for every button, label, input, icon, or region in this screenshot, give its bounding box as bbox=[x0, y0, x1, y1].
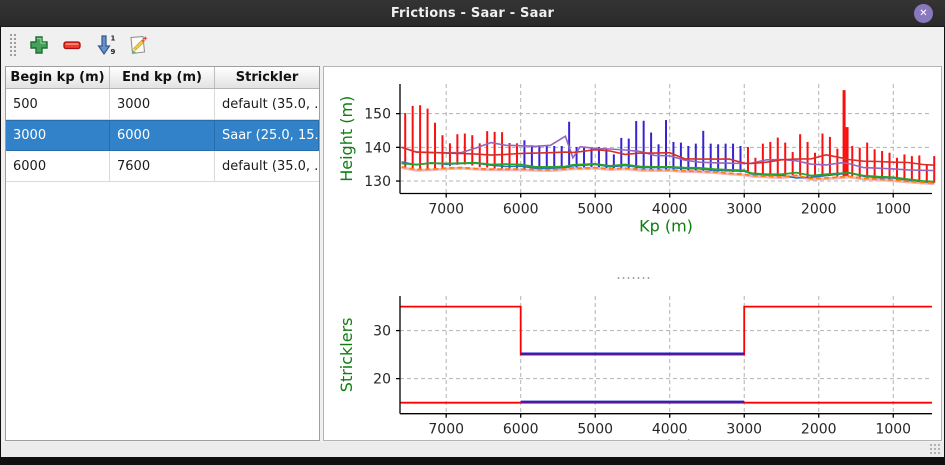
svg-text:30: 30 bbox=[373, 324, 391, 340]
table-cell[interactable]: 6000 bbox=[6, 151, 110, 181]
sort-rows-button[interactable]: 1 9 bbox=[91, 31, 119, 59]
svg-text:1000: 1000 bbox=[875, 202, 911, 218]
svg-text:Kp (m): Kp (m) bbox=[639, 437, 693, 440]
column-header-begin-kp[interactable]: Begin kp (m) bbox=[6, 67, 110, 88]
table-row[interactable]: 30006000Saar (25.0, 15.0) bbox=[6, 120, 319, 151]
titlebar[interactable]: Frictions - Saar - Saar ✕ bbox=[0, 0, 945, 27]
svg-text:20: 20 bbox=[373, 372, 391, 388]
table-row[interactable]: 5003000default (35.0, … bbox=[6, 89, 319, 120]
table-cell[interactable]: 500 bbox=[6, 89, 110, 119]
svg-text:3000: 3000 bbox=[726, 422, 762, 438]
svg-text:9: 9 bbox=[111, 48, 116, 56]
svg-text:6000: 6000 bbox=[503, 422, 539, 438]
svg-text:4000: 4000 bbox=[652, 202, 688, 218]
toolbar: 1 9 bbox=[1, 27, 944, 63]
height-profile-chart: 7000 6000 5000 4000 3000 2000 1000 130 140 150 Kp … bbox=[324, 67, 941, 275]
frictions-window: Frictions - Saar - Saar ✕ bbox=[0, 0, 945, 465]
table-cell[interactable]: 6000 bbox=[110, 121, 215, 150]
svg-text:130: 130 bbox=[364, 174, 391, 190]
table-row[interactable]: 60007600default (35.0, … bbox=[6, 151, 319, 182]
svg-text:6000: 6000 bbox=[503, 202, 539, 218]
charts-panel: 7000 6000 5000 4000 3000 2000 1000 130 140 150 Kp … bbox=[323, 66, 942, 441]
add-row-button[interactable] bbox=[25, 31, 53, 59]
edit-strickler-button[interactable] bbox=[124, 31, 152, 59]
table-header-row: Begin kp (m) End kp (m) Strickler bbox=[6, 67, 319, 89]
column-header-strickler[interactable]: Strickler bbox=[215, 67, 319, 88]
table-cell[interactable]: default (35.0, … bbox=[215, 89, 319, 119]
svg-text:Stricklers: Stricklers bbox=[337, 317, 356, 392]
close-icon: ✕ bbox=[919, 8, 927, 19]
remove-row-button[interactable] bbox=[58, 31, 86, 59]
window-title: Frictions - Saar - Saar bbox=[391, 6, 554, 21]
table-cell[interactable]: 3000 bbox=[6, 121, 110, 150]
svg-text:5000: 5000 bbox=[577, 422, 613, 438]
svg-text:7000: 7000 bbox=[428, 202, 464, 218]
svg-text:5000: 5000 bbox=[577, 202, 613, 218]
window-content: 1 9 Begin kp (m) End kp (m) Stric bbox=[1, 27, 944, 457]
table-cell[interactable]: Saar (25.0, 15.0) bbox=[215, 121, 319, 150]
svg-text:1: 1 bbox=[111, 35, 116, 43]
svg-text:Kp (m): Kp (m) bbox=[639, 217, 693, 236]
svg-text:7000: 7000 bbox=[428, 422, 464, 438]
svg-text:1000: 1000 bbox=[875, 422, 911, 438]
table-cell[interactable]: 3000 bbox=[110, 89, 215, 119]
status-bar bbox=[1, 442, 944, 457]
svg-text:3000: 3000 bbox=[726, 202, 762, 218]
svg-text:150: 150 bbox=[364, 107, 391, 123]
svg-text:Height (m): Height (m) bbox=[337, 96, 356, 182]
table-cell[interactable]: default (35.0, … bbox=[215, 151, 319, 181]
column-header-end-kp[interactable]: End kp (m) bbox=[110, 67, 215, 88]
stricklers-chart: 7000 6000 5000 4000 3000 2000 1000 20 30 Kp (m) St… bbox=[324, 278, 941, 440]
svg-text:2000: 2000 bbox=[801, 202, 837, 218]
sort-1-9-icon: 1 9 bbox=[94, 34, 116, 56]
resize-grip-icon[interactable] bbox=[929, 443, 941, 455]
frictions-table[interactable]: Begin kp (m) End kp (m) Strickler 500300… bbox=[5, 66, 320, 441]
table-cell[interactable]: 7600 bbox=[110, 151, 215, 181]
table-body: 5003000default (35.0, …30006000Saar (25.… bbox=[6, 89, 319, 182]
remove-icon bbox=[62, 35, 82, 55]
add-icon bbox=[29, 35, 49, 55]
toolbar-grip-handle[interactable] bbox=[9, 33, 17, 57]
svg-text:2000: 2000 bbox=[801, 422, 837, 438]
svg-text:4000: 4000 bbox=[652, 422, 688, 438]
svg-text:140: 140 bbox=[364, 140, 391, 156]
close-button[interactable]: ✕ bbox=[914, 4, 933, 23]
edit-icon bbox=[127, 34, 149, 56]
